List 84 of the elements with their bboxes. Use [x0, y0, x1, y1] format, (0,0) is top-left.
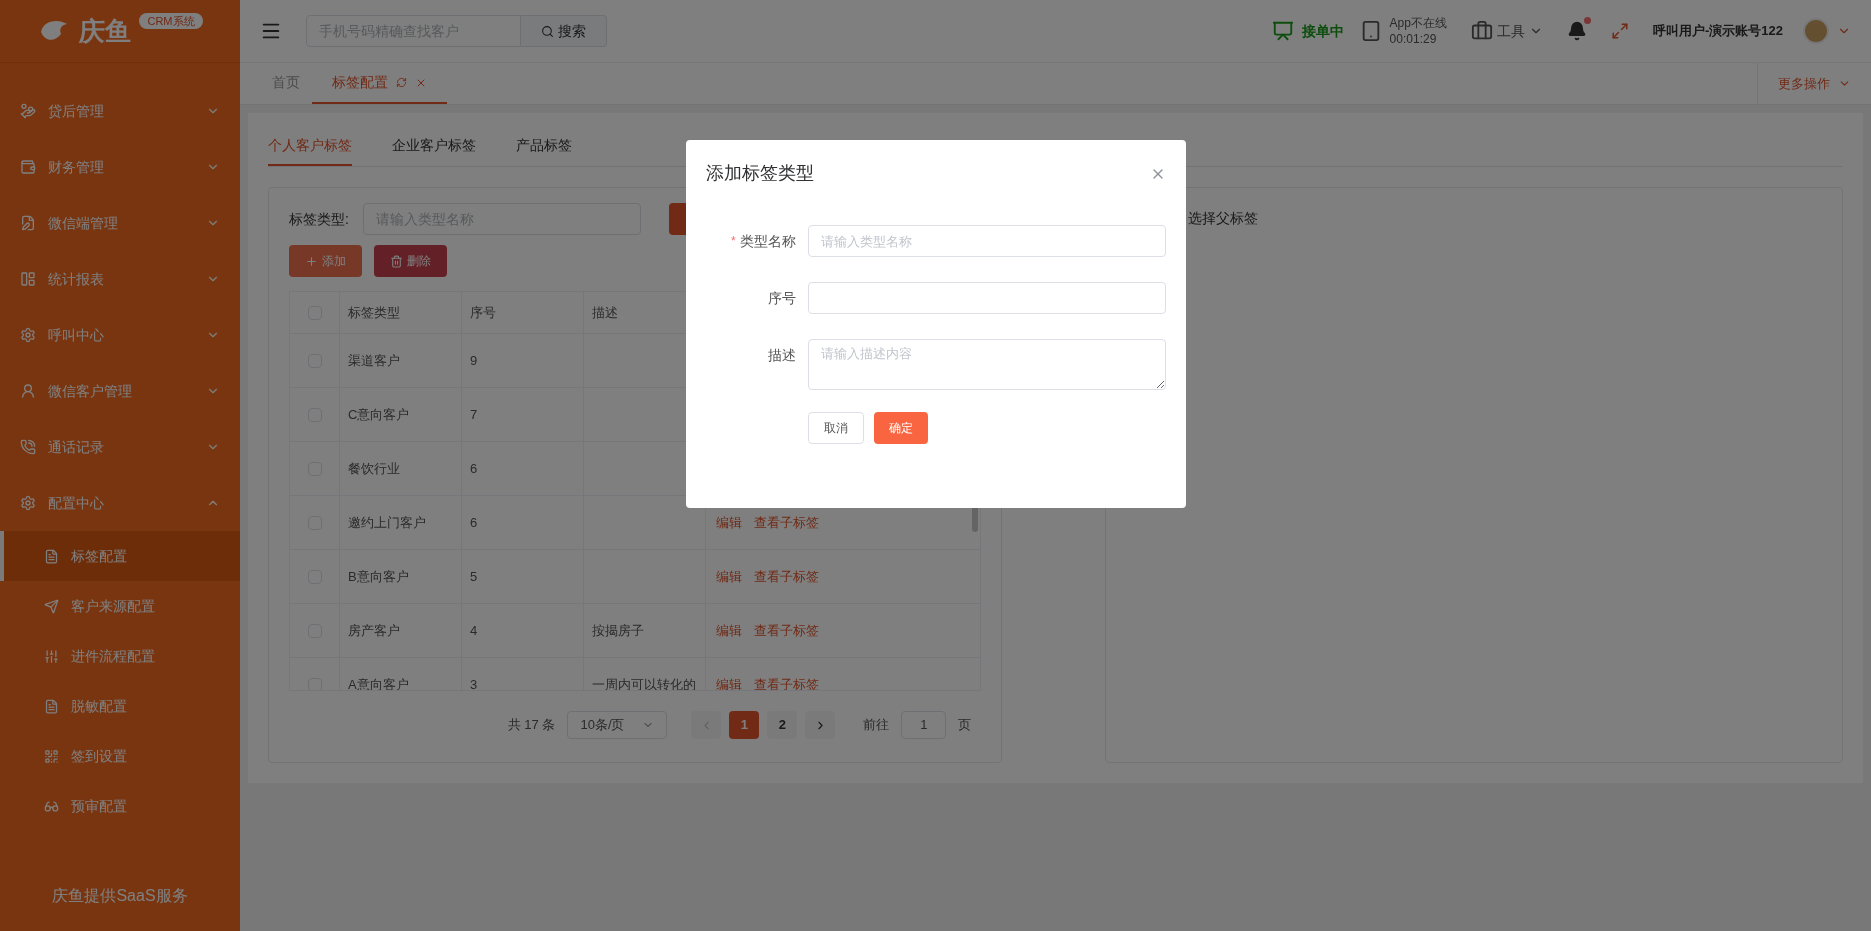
table-cell-text: 7: [470, 405, 478, 424]
search-icon: [541, 24, 554, 38]
order-status[interactable]: 接单中: [1301, 20, 1344, 42]
required-asterisk: *: [731, 233, 736, 250]
bell-icon[interactable]: [1566, 21, 1587, 41]
sidebar-subitem[interactable]: 预审配置: [0, 781, 240, 831]
page-button[interactable]: 2: [767, 711, 798, 739]
table-cell-text: 餐饮行业: [348, 459, 400, 478]
delete-button[interactable]: 删除: [374, 245, 447, 277]
column-header: 序号: [462, 292, 584, 333]
table-cell-text: 6: [470, 459, 478, 478]
text-field[interactable]: 请输入类型名称: [807, 225, 1166, 257]
description-field[interactable]: 请输入描述内容: [807, 339, 1166, 390]
sidebar-footer-text: 庆鱼提供SaaS服务: [52, 886, 188, 906]
app-status: App不在线: [1389, 15, 1447, 31]
table-cell-text: 房产客户: [348, 621, 400, 640]
table-cell-text: 4: [470, 621, 478, 640]
add-button[interactable]: 添加: [289, 245, 362, 277]
table-action-link[interactable]: 查看子标签: [754, 674, 819, 690]
sidebar-subitem[interactable]: 签到设置: [0, 731, 240, 781]
goto-suffix: 页: [958, 716, 972, 735]
page-size-select[interactable]: 10条/页: [567, 711, 668, 739]
table-action-link[interactable]: 编辑: [716, 674, 742, 690]
table-cell-text: 9: [470, 351, 478, 370]
logo-text: 庆鱼: [79, 14, 132, 48]
sidebar-menu-item[interactable]: 统计报表: [0, 251, 240, 307]
sidebar-menu-item[interactable]: 呼叫中心: [0, 307, 240, 363]
sidebar-subitem[interactable]: 脱敏配置: [0, 681, 240, 731]
table-cell-text: 按揭房子: [592, 621, 644, 640]
table-cell-text: 5: [470, 567, 478, 586]
logo-badge: CRM系统: [139, 12, 203, 30]
fullscreen-icon[interactable]: [1610, 22, 1629, 40]
table-cell-text: 6: [470, 513, 478, 532]
tools-menu[interactable]: 工具: [1470, 20, 1543, 42]
goto-label: 前往: [863, 716, 890, 735]
dialog-title: 添加标签类型: [706, 162, 814, 185]
refresh-icon[interactable]: [396, 77, 407, 88]
table-action-link[interactable]: 编辑: [716, 566, 742, 587]
sidebar-subitem[interactable]: 进件流程配置: [0, 631, 240, 681]
trash-icon: [390, 254, 403, 268]
content-tab[interactable]: 企业客户标签: [392, 135, 476, 166]
sidebar-menu-item[interactable]: 贷后管理: [0, 83, 240, 139]
sidebar-menu-item[interactable]: 微信端管理: [0, 195, 240, 251]
table-cell-text: B意向客户: [348, 567, 409, 586]
table-cell-text: 渠道客户: [348, 351, 400, 370]
content-tab[interactable]: 产品标签: [516, 135, 572, 166]
next-page-button[interactable]: [805, 711, 836, 739]
user-name: 呼叫用户-演示账号122: [1652, 22, 1783, 41]
field-label: 类型名称: [739, 231, 796, 251]
table-cell-text: A意向客户: [348, 675, 409, 690]
goto-page-field[interactable]: 1: [901, 711, 947, 739]
chart-board-icon: [1271, 20, 1294, 42]
content-tab[interactable]: 个人客户标签: [268, 135, 352, 166]
sidebar-menu-item[interactable]: 配置中心: [0, 475, 240, 531]
user-avatar[interactable]: [1803, 18, 1829, 44]
field-label: 描述: [767, 345, 796, 365]
table-action-link[interactable]: 编辑: [716, 512, 742, 533]
sidebar-menu-item[interactable]: 微信客户管理: [0, 363, 240, 419]
table-action-link[interactable]: 编辑: [716, 620, 742, 641]
more-actions-menu[interactable]: 更多操作: [1757, 63, 1871, 104]
prev-page-button[interactable]: [691, 711, 722, 739]
filter-label: 标签类型:: [289, 209, 350, 229]
cancel-button[interactable]: 取消: [808, 412, 864, 444]
column-header: 标签类型: [340, 292, 462, 333]
sidebar-menu-item[interactable]: 通话记录: [0, 419, 240, 475]
parent-tag-hint: 选择父标签: [1188, 210, 1259, 226]
total-count: 共 17 条: [507, 716, 556, 735]
table-cell-text: 3: [470, 675, 478, 690]
search-button[interactable]: 搜索: [521, 15, 607, 47]
sidebar-subitem[interactable]: 标签配置: [0, 531, 240, 581]
sidebar-subitem[interactable]: 客户来源配置: [0, 581, 240, 631]
sidebar-menu-item[interactable]: 财务管理: [0, 139, 240, 195]
field-label: 序号: [767, 288, 796, 308]
table-action-link[interactable]: 查看子标签: [754, 512, 819, 533]
app-timer: 00:01:29: [1389, 31, 1438, 47]
page-button[interactable]: 1: [729, 711, 760, 739]
text-field[interactable]: [807, 282, 1166, 314]
toolbox-icon: [1470, 20, 1493, 42]
confirm-button[interactable]: 确定: [874, 412, 928, 444]
table-action-link[interactable]: 查看子标签: [754, 620, 819, 641]
table-action-link[interactable]: 查看子标签: [754, 566, 819, 587]
table-cell-text: 邀约上门客户: [348, 513, 426, 532]
plus-icon: [305, 254, 318, 268]
table-cell-text: C意向客户: [348, 405, 410, 424]
